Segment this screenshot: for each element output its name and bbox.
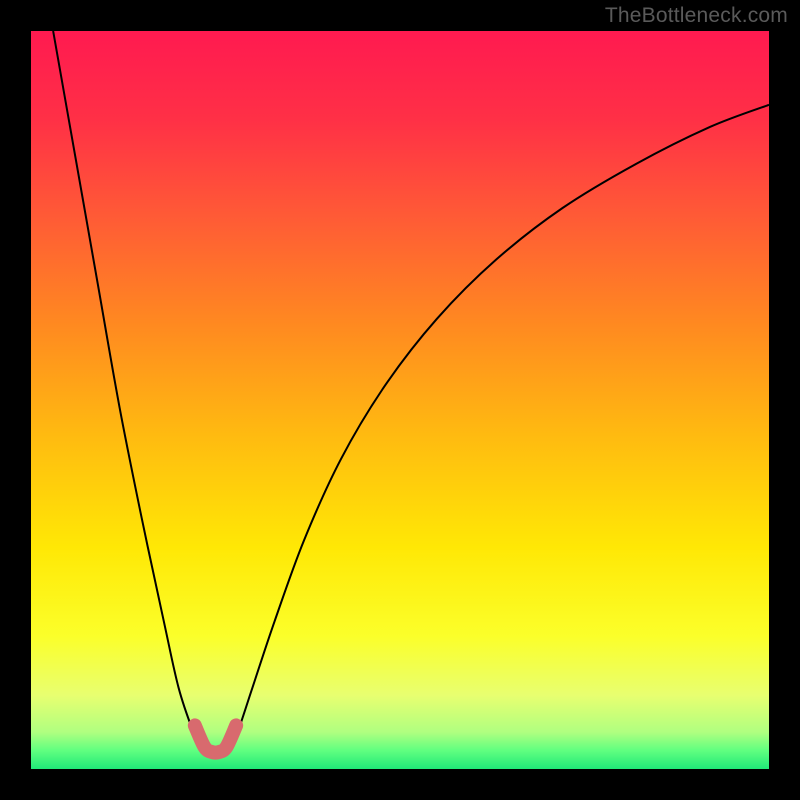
highlight-curve: [195, 725, 236, 752]
watermark-text: TheBottleneck.com: [605, 4, 788, 28]
curve-layer: [31, 31, 769, 769]
chart-container: TheBottleneck.com: [0, 0, 800, 800]
main-curve: [53, 31, 769, 755]
plot-area: [31, 31, 769, 769]
